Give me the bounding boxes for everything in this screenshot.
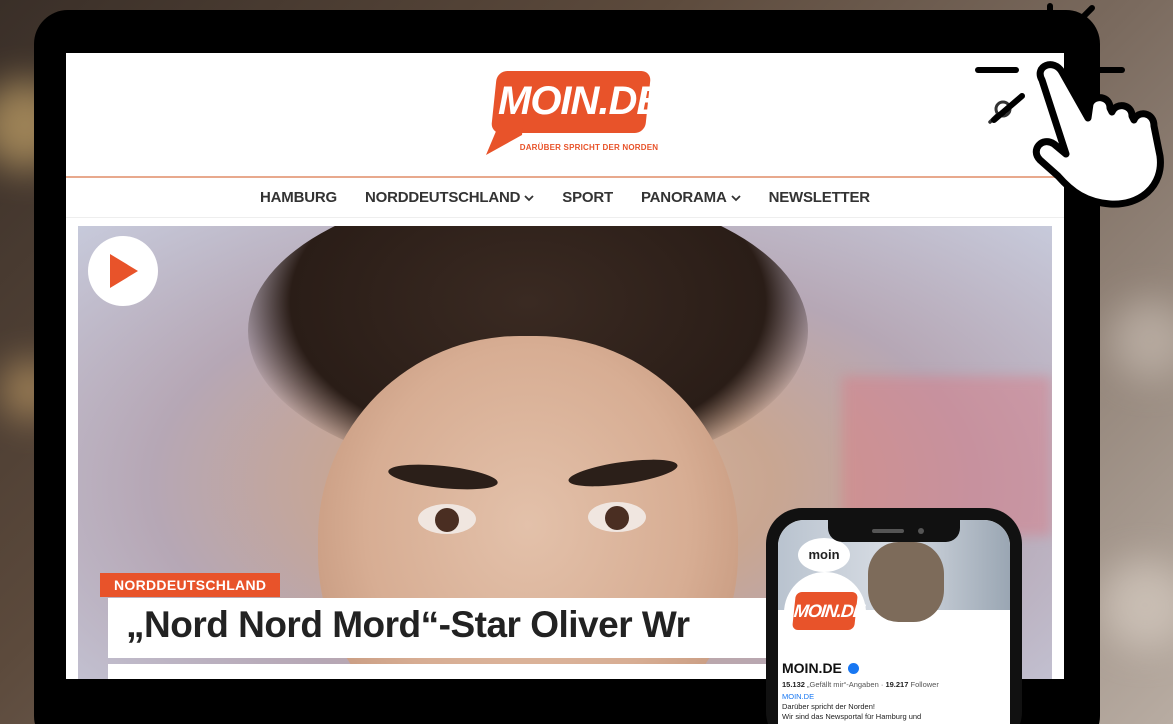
nav-item-sport[interactable]: SPORT (548, 189, 627, 206)
hand-pointer-icon (975, 3, 1164, 208)
bio-line: Wir sind das Newsportal für Hamburg und (782, 712, 922, 721)
cover-speech-bubble: moin (798, 538, 850, 572)
phone-notch (828, 520, 960, 542)
followers-label: Follower (910, 680, 939, 689)
verified-badge-icon (847, 662, 859, 674)
phone-frame: moin MOIN.DE MOIN.DE 15.132 „Gefällt mir… (766, 508, 1022, 724)
logo-text: MOIN.DE (498, 79, 663, 123)
page-name[interactable]: MOIN.DE (782, 660, 859, 676)
play-button[interactable] (88, 236, 158, 306)
avatar-logo: MOIN.DE (792, 592, 865, 630)
nav-item-label: NEWSLETTER (768, 189, 871, 206)
avatar[interactable]: MOIN.DE (784, 572, 866, 654)
nav-item-label: HAMBURG (260, 189, 337, 206)
page-name-text: MOIN.DE (782, 660, 842, 676)
article-headline-line2 (108, 664, 868, 679)
page-bio: Darüber spricht der Norden! Wir sind das… (782, 702, 921, 722)
play-icon (110, 254, 138, 288)
page-stats: 15.132 „Gefällt mir“-Angaben · 19.217 Fo… (782, 680, 939, 689)
nav-item-label: NORDDEUTSCHLAND (364, 189, 521, 206)
site-logo[interactable]: MOIN.DE DARÜBER SPRICHT DER NORDEN (484, 71, 663, 157)
stats-separator: · (880, 680, 884, 689)
phone-screen: moin MOIN.DE MOIN.DE 15.132 „Gefällt mir… (778, 520, 1010, 724)
likes-label: „Gefällt mir“-Angaben (807, 680, 879, 689)
logo-tagline: DARÜBER SPRICHT DER NORDEN (519, 143, 659, 152)
nav-item-newsletter[interactable]: NEWSLETTER (755, 189, 884, 206)
chevron-down-icon (730, 194, 741, 201)
main-nav: HAMBURG NORDDEUTSCHLAND SPORT PANORAMA N… (66, 178, 1064, 218)
nav-item-label: PANORAMA (640, 189, 727, 206)
followers-count: 19.217 (885, 680, 909, 689)
bio-line: Darüber spricht der Norden! (782, 702, 875, 711)
article-headline[interactable]: „Nord Nord Mord“-Star Oliver Wr (108, 598, 868, 658)
seal-image (868, 542, 944, 622)
nav-item-hamburg[interactable]: HAMBURG (246, 189, 351, 206)
article-category-badge[interactable]: NORDDEUTSCHLAND (100, 573, 281, 597)
page-link[interactable]: MOIN.DE (782, 692, 814, 701)
chevron-down-icon (524, 194, 534, 201)
site-header: MOIN.DE DARÜBER SPRICHT DER NORDEN (66, 53, 1064, 178)
nav-item-norddeutschland[interactable]: NORDDEUTSCHLAND (351, 189, 548, 206)
nav-item-label: SPORT (562, 189, 613, 206)
likes-count: 15.132 (782, 680, 805, 689)
nav-item-panorama[interactable]: PANORAMA (627, 189, 755, 206)
